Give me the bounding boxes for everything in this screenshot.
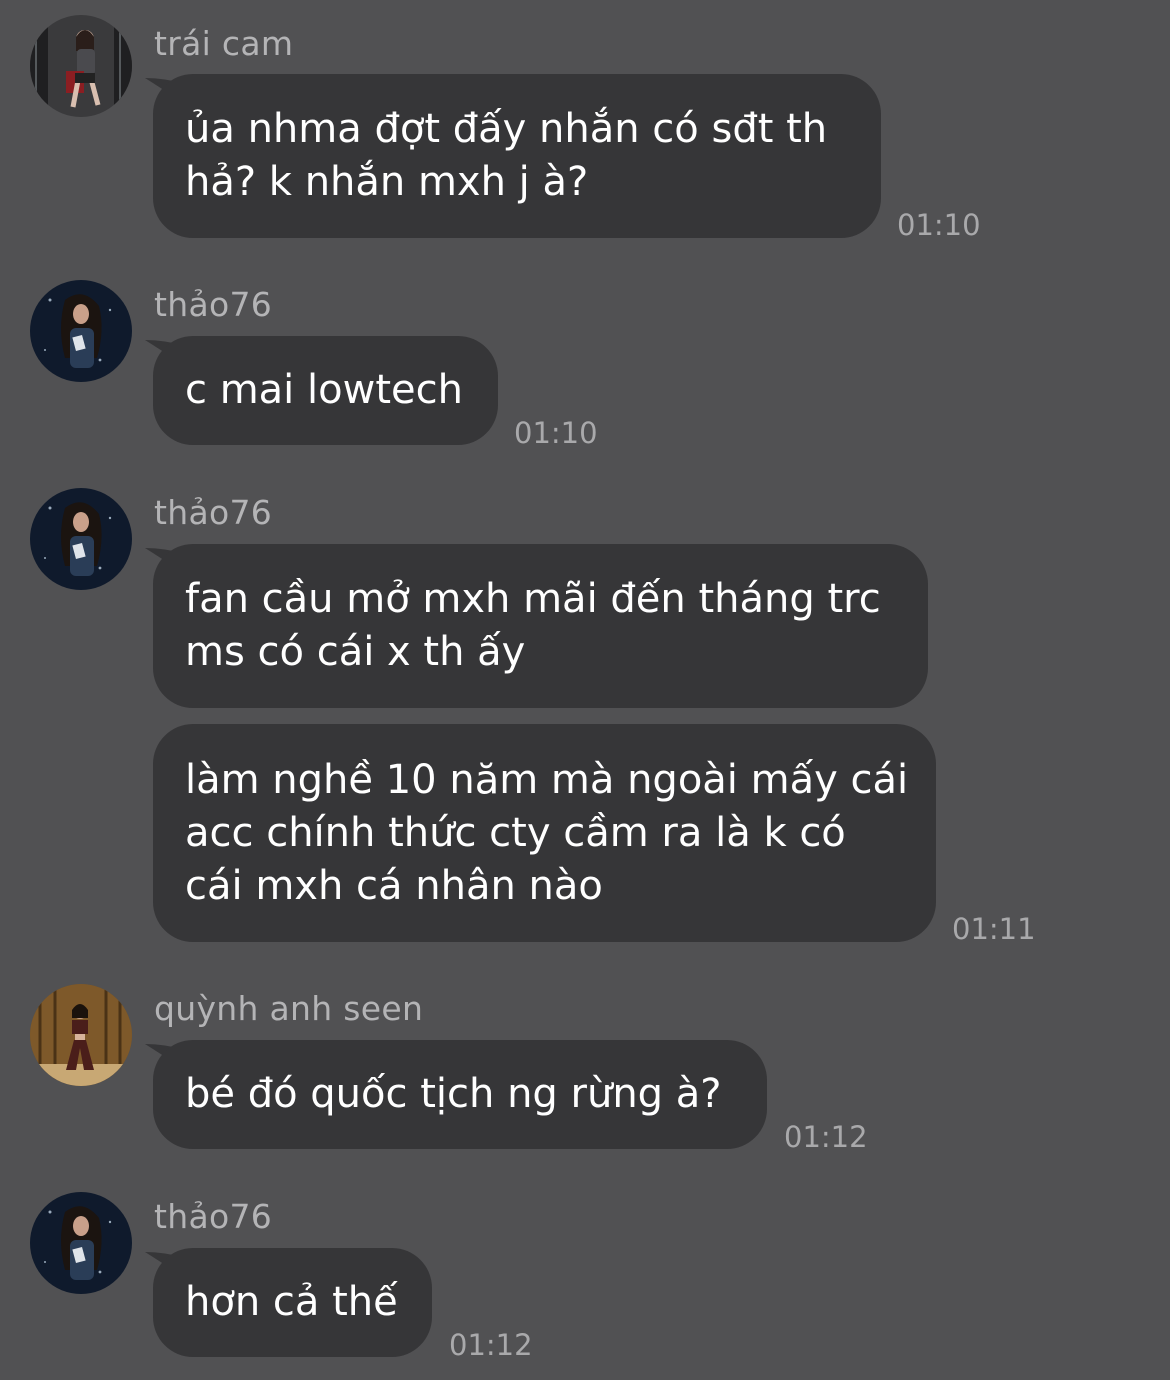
message-text: c mai lowtech	[185, 367, 463, 413]
message-bubble[interactable]: làm nghề 10 năm mà ngoài mấy cái acc chí…	[153, 724, 936, 942]
avatar-thao76[interactable]	[30, 1192, 132, 1294]
sender-name: thảo76	[154, 1197, 273, 1236]
avatar-thao76[interactable]	[30, 280, 132, 382]
message-text: làm nghề 10 năm mà ngoài mấy cái	[185, 756, 909, 803]
message-bubble[interactable]: c mai lowtech	[153, 336, 498, 445]
message-timestamp: 01:10	[514, 416, 598, 450]
message-timestamp: 01:12	[784, 1120, 868, 1154]
sender-name: thảo76	[154, 493, 273, 532]
message-bubble[interactable]: hơn cả thế	[153, 1248, 432, 1357]
sender-name: thảo76	[154, 285, 273, 324]
message-text: ms có cái x th ấy	[185, 629, 526, 675]
message-text: hả? k nhắn mxh j à?	[185, 159, 589, 205]
message-text: hơn cả thế	[185, 1279, 398, 1325]
avatar-quynh-anh[interactable]	[30, 984, 132, 1086]
avatar-thao76[interactable]	[30, 488, 132, 590]
message-text: cái mxh cá nhân nào	[185, 862, 603, 909]
message-text: ủa nhma đợt đấy nhắn có sđt th	[185, 106, 828, 152]
message-text: acc chính thức cty cầm ra là k có	[185, 809, 846, 856]
message-bubble[interactable]: bé đó quốc tịch ng rừng à?	[153, 1040, 767, 1149]
sender-name: trái cam	[154, 24, 294, 63]
message-timestamp: 01:11	[952, 912, 1036, 946]
message-text: fan cầu mở mxh mãi đến tháng trc	[185, 576, 881, 622]
sender-name: quỳnh anh seen	[154, 989, 424, 1028]
message-bubble[interactable]: fan cầu mở mxh mãi đến tháng trc ms có c…	[153, 544, 928, 708]
avatar-trai-cam[interactable]	[30, 15, 132, 117]
message-bubble[interactable]: ủa nhma đợt đấy nhắn có sđt th hả? k nhắ…	[153, 74, 881, 238]
message-timestamp: 01:12	[449, 1328, 533, 1362]
message-text: bé đó quốc tịch ng rừng à?	[185, 1071, 722, 1117]
message-timestamp: 01:10	[897, 208, 981, 242]
